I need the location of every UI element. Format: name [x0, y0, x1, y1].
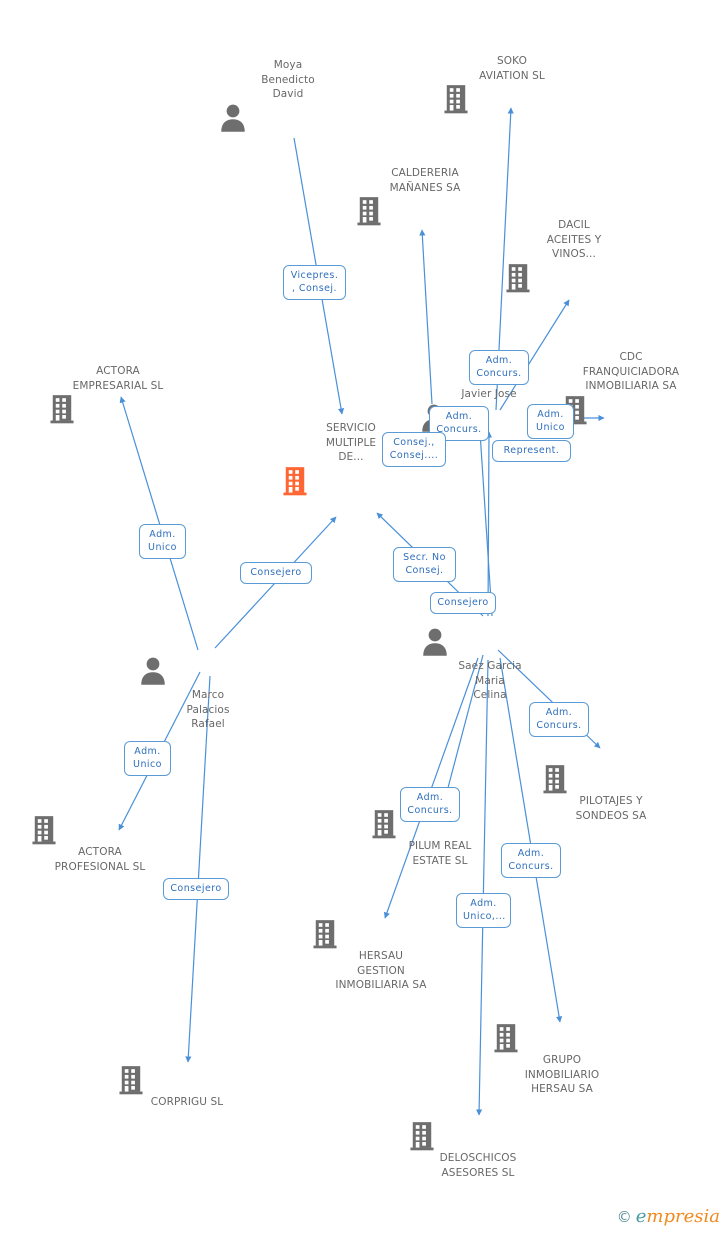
- person-icon: [138, 656, 278, 686]
- relation-label-r15[interactable]: Consejero: [163, 878, 229, 900]
- node-saez[interactable]: Saez Garcia Maria Celina: [420, 626, 560, 703]
- company-building-icon: [30, 815, 170, 845]
- brand-initial: e: [635, 1206, 647, 1227]
- relation-label-r2[interactable]: Adm. Concurs.: [469, 350, 529, 385]
- node-label: HERSAU GESTION INMOBILIARIA SA: [335, 950, 427, 991]
- company-building-icon: [408, 1121, 548, 1151]
- node-label: ACTORA EMPRESARIAL SL: [72, 365, 164, 392]
- edge-saez-to-caldereria: [477, 431, 493, 617]
- company-building-icon: [117, 1065, 257, 1095]
- node-label: ACTORA PROFESIONAL SL: [54, 846, 146, 873]
- copyright-icon: ©: [616, 1207, 632, 1226]
- node-cdc[interactable]: CDC FRANQUICIADORA INMOBILIARIA SA: [561, 350, 701, 425]
- node-label: CORPRIGU SL: [150, 1096, 224, 1108]
- company-building-icon: [561, 395, 701, 425]
- relation-label-r7[interactable]: Adm. Unico: [139, 524, 186, 559]
- node-soko[interactable]: SOKO AVIATION SL: [442, 54, 582, 114]
- relation-label-r1[interactable]: Vicepres. , Consej.: [283, 265, 346, 300]
- relation-label-r5[interactable]: Consej., Consej....: [382, 432, 446, 467]
- node-grupo[interactable]: GRUPO INMOBILIARIO HERSAU SA: [492, 1022, 632, 1097]
- node-label: DELOSCHICOS ASESORES SL: [439, 1152, 517, 1179]
- node-label: GRUPO INMOBILIARIO HERSAU SA: [524, 1054, 600, 1095]
- node-label: Marco Palacios Rafael: [186, 689, 230, 730]
- empresia-watermark: © empresia: [617, 1206, 720, 1227]
- node-label: PILOTAJES Y SONDEOS SA: [575, 795, 647, 822]
- company-building-icon: [492, 1023, 632, 1053]
- node-actora_prof[interactable]: ACTORA PROFESIONAL SL: [30, 814, 170, 874]
- edge-saez-to-deloschicos: [475, 659, 489, 1116]
- diagram-canvas: Moya Benedicto David SOKO AVIATION SL CALD…: [0, 0, 728, 1235]
- person-icon: [218, 103, 358, 133]
- relation-label-r11[interactable]: Adm. Concurs.: [529, 702, 589, 737]
- node-corprigu[interactable]: CORPRIGU SL: [117, 1064, 257, 1110]
- node-pilotajes[interactable]: PILOTAJES Y SONDEOS SA: [541, 763, 681, 823]
- node-actora_emp[interactable]: ACTORA EMPRESARIAL SL: [48, 364, 188, 424]
- company-building-icon: [311, 919, 451, 949]
- node-label: SOKO AVIATION SL: [479, 55, 545, 82]
- company-building-icon: [355, 196, 495, 226]
- node-label: DACIL ACEITES Y VINOS...: [546, 219, 602, 260]
- node-moya[interactable]: Moya Benedicto David: [218, 58, 358, 135]
- edge-marco-to-corprigu: [185, 675, 211, 1063]
- relation-label-r16[interactable]: Adm. Unico,...: [456, 893, 511, 928]
- person-icon: [420, 627, 560, 657]
- relation-label-r4[interactable]: Adm. Unico: [527, 404, 574, 439]
- node-dacil[interactable]: DACIL ACEITES Y VINOS...: [504, 218, 644, 293]
- node-deloschicos[interactable]: DELOSCHICOS ASESORES SL: [408, 1120, 548, 1180]
- company-building-icon: [442, 84, 582, 114]
- brand-name: empresia: [636, 1206, 720, 1227]
- brand-rest: mpresia: [646, 1206, 720, 1227]
- node-label: CALDERERIA MAÑANES SA: [389, 167, 461, 194]
- company-building-icon: [504, 263, 644, 293]
- relation-label-r13[interactable]: Adm. Concurs.: [400, 787, 460, 822]
- node-label: PILUM REAL ESTATE SL: [408, 840, 472, 867]
- node-label: CDC FRANQUICIADORA INMOBILIARIA SA: [582, 351, 680, 392]
- focus-company-building-icon: [281, 466, 421, 496]
- company-building-icon: [541, 764, 681, 794]
- relation-label-r14[interactable]: Adm. Concurs.: [501, 843, 561, 878]
- edge-saez-to-javier: [485, 431, 493, 617]
- relation-label-r6[interactable]: Represent.: [492, 440, 571, 462]
- node-label: Saez Garcia Maria Celina: [458, 660, 522, 701]
- node-label: Moya Benedicto David: [261, 59, 315, 100]
- node-marco[interactable]: Marco Palacios Rafael: [138, 655, 278, 732]
- relation-label-r12[interactable]: Adm. Unico: [124, 741, 171, 776]
- company-building-icon: [48, 394, 188, 424]
- node-hersau_gest[interactable]: HERSAU GESTION INMOBILIARIA SA: [311, 918, 451, 993]
- node-caldereria[interactable]: CALDERERIA MAÑANES SA: [355, 166, 495, 226]
- relation-label-r9[interactable]: Secr. No Consej.: [393, 547, 456, 582]
- relation-label-r10[interactable]: Consejero: [430, 592, 496, 614]
- relation-label-r8[interactable]: Consejero: [240, 562, 312, 584]
